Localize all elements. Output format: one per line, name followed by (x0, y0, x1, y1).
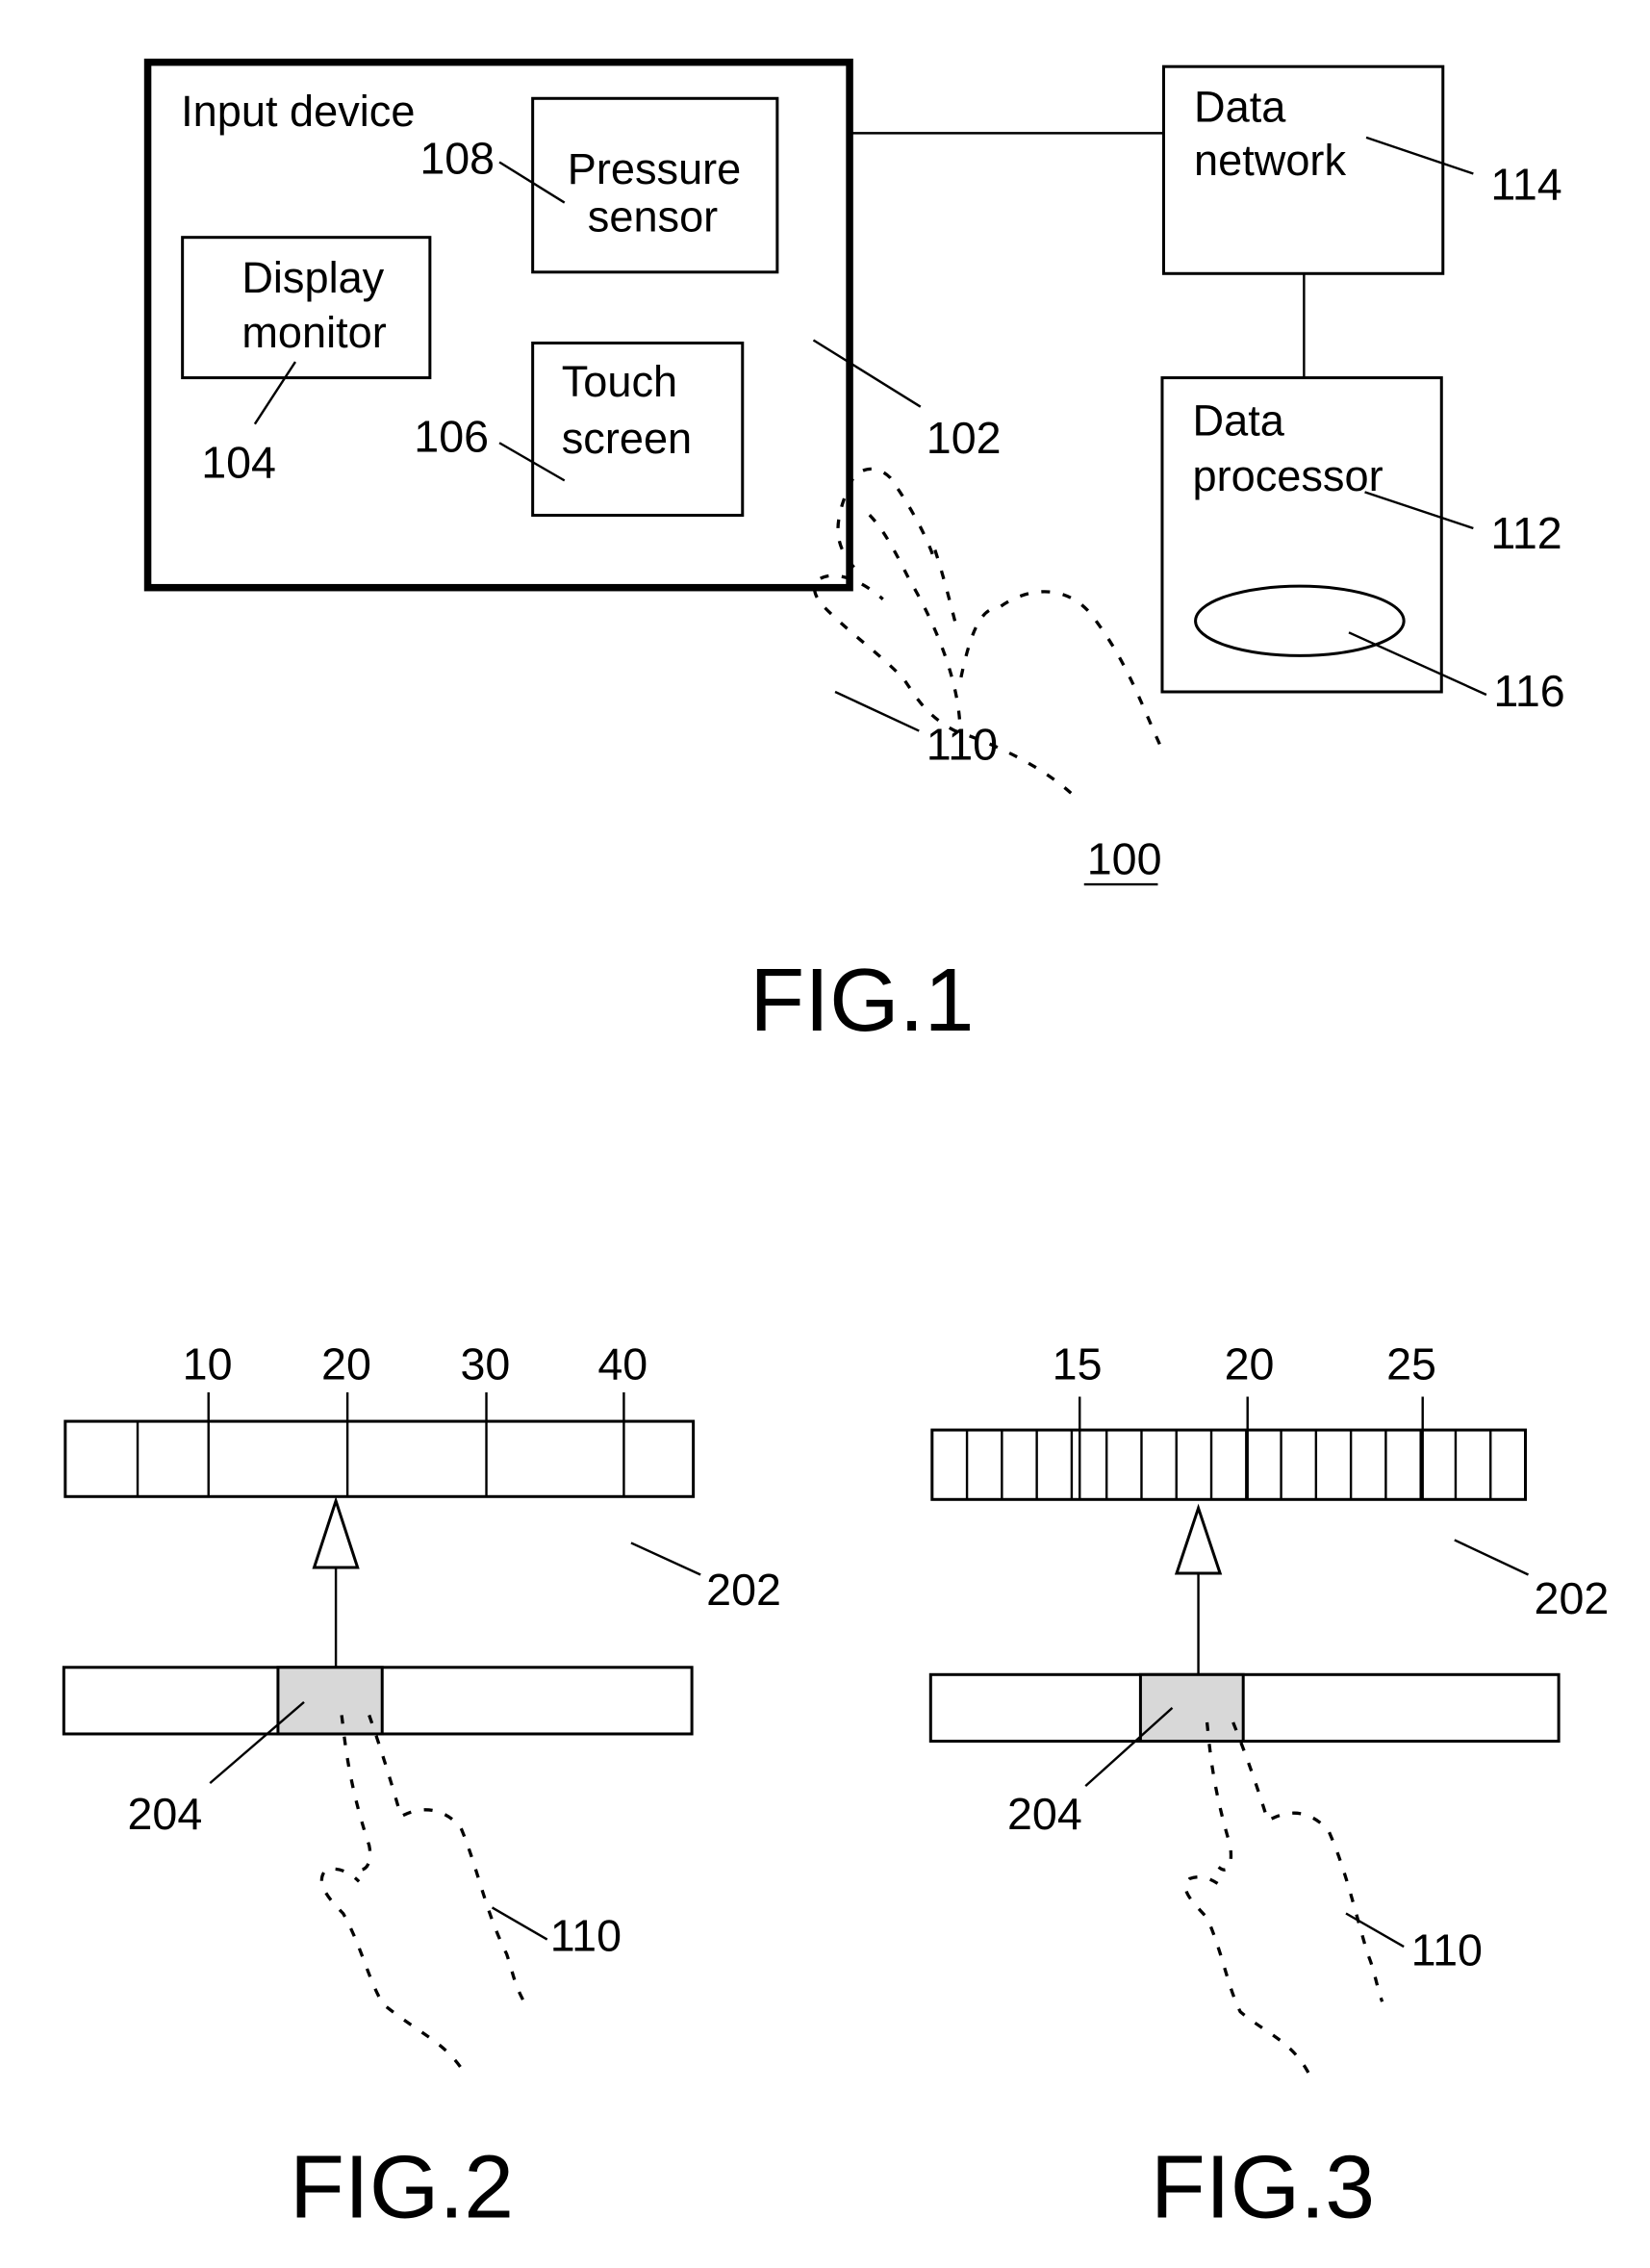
ref-108: 108 (419, 133, 495, 183)
data-network-label-1: Data (1194, 82, 1286, 131)
ref-104: 104 (201, 437, 276, 487)
scale-label-15: 15 (1053, 1338, 1103, 1389)
pointer-arrow-head (1174, 1503, 1223, 1575)
scale-divisions (965, 1430, 1492, 1500)
input-device-label: Input device (181, 87, 415, 136)
data-processor-label-2: processor (1193, 451, 1383, 500)
scale-bar (930, 1428, 1528, 1501)
scale-label-40: 40 (597, 1338, 647, 1389)
ref-110: 110 (550, 1911, 622, 1961)
leader-110 (1345, 1912, 1405, 1949)
finger-outline (319, 1714, 526, 2068)
fig2: 10 20 30 40 202 204 110 FIG.2 (62, 1338, 781, 2236)
fig1: Input device Pressure sensor 108 Display… (143, 58, 1565, 1050)
leader-204 (1084, 1707, 1174, 1788)
ref-204: 204 (128, 1789, 203, 1839)
touch-screen-label-2: screen (562, 414, 692, 463)
data-processor-label-1: Data (1193, 396, 1285, 446)
ref-112: 112 (1490, 508, 1561, 558)
fig3: 15 20 25 202 204 110 FIG.3 (928, 1338, 1610, 2236)
touch-screen-label-1: Touch (562, 357, 677, 406)
finger-outline (1183, 1721, 1384, 2074)
slider-thumb (276, 1666, 384, 1736)
system-ref-100: 100 (1087, 834, 1162, 884)
ref-110: 110 (927, 720, 998, 770)
fig3-caption: FIG.3 (1151, 2136, 1375, 2236)
leader-102 (812, 339, 922, 408)
scale-bar (63, 1419, 696, 1498)
leader-104 (253, 361, 296, 425)
display-monitor-label-1: Display (241, 253, 384, 302)
leader-110 (491, 1906, 548, 1941)
ref-110: 110 (1411, 1925, 1483, 1975)
leader-110 (834, 690, 920, 732)
ref-204: 204 (1007, 1789, 1082, 1839)
ref-114: 114 (1490, 160, 1561, 210)
storage-ellipse (1194, 584, 1406, 657)
scale-label-20: 20 (321, 1338, 371, 1389)
fig2-caption: FIG.2 (290, 2136, 514, 2236)
leader-112 (1364, 491, 1474, 530)
leader-202 (1454, 1539, 1530, 1576)
fig1-caption: FIG.1 (749, 950, 974, 1050)
leader-116 (1348, 631, 1487, 697)
leader-114 (1365, 136, 1474, 175)
leader-202 (630, 1542, 701, 1576)
scale-label-10: 10 (183, 1338, 233, 1389)
display-monitor-label-2: monitor (241, 308, 386, 357)
scale-label-30: 30 (460, 1338, 510, 1389)
ref-116: 116 (1493, 666, 1564, 716)
pressure-sensor-label-1: Pressure (568, 144, 742, 193)
pressure-sensor-label-2: sensor (588, 192, 718, 242)
data-network-label-2: network (1194, 136, 1346, 185)
patent-drawing: Input device Pressure sensor 108 Display… (62, 58, 1610, 2236)
ref-202: 202 (706, 1565, 781, 1615)
ref-106: 106 (414, 411, 489, 461)
scale-label-20: 20 (1225, 1338, 1275, 1389)
ref-102: 102 (927, 413, 1002, 463)
slider-thumb (1138, 1672, 1245, 1743)
ref-202: 202 (1535, 1573, 1610, 1623)
leader-204 (209, 1700, 305, 1785)
scale-label-25: 25 (1386, 1338, 1436, 1389)
pointer-arrow-head (312, 1495, 360, 1569)
